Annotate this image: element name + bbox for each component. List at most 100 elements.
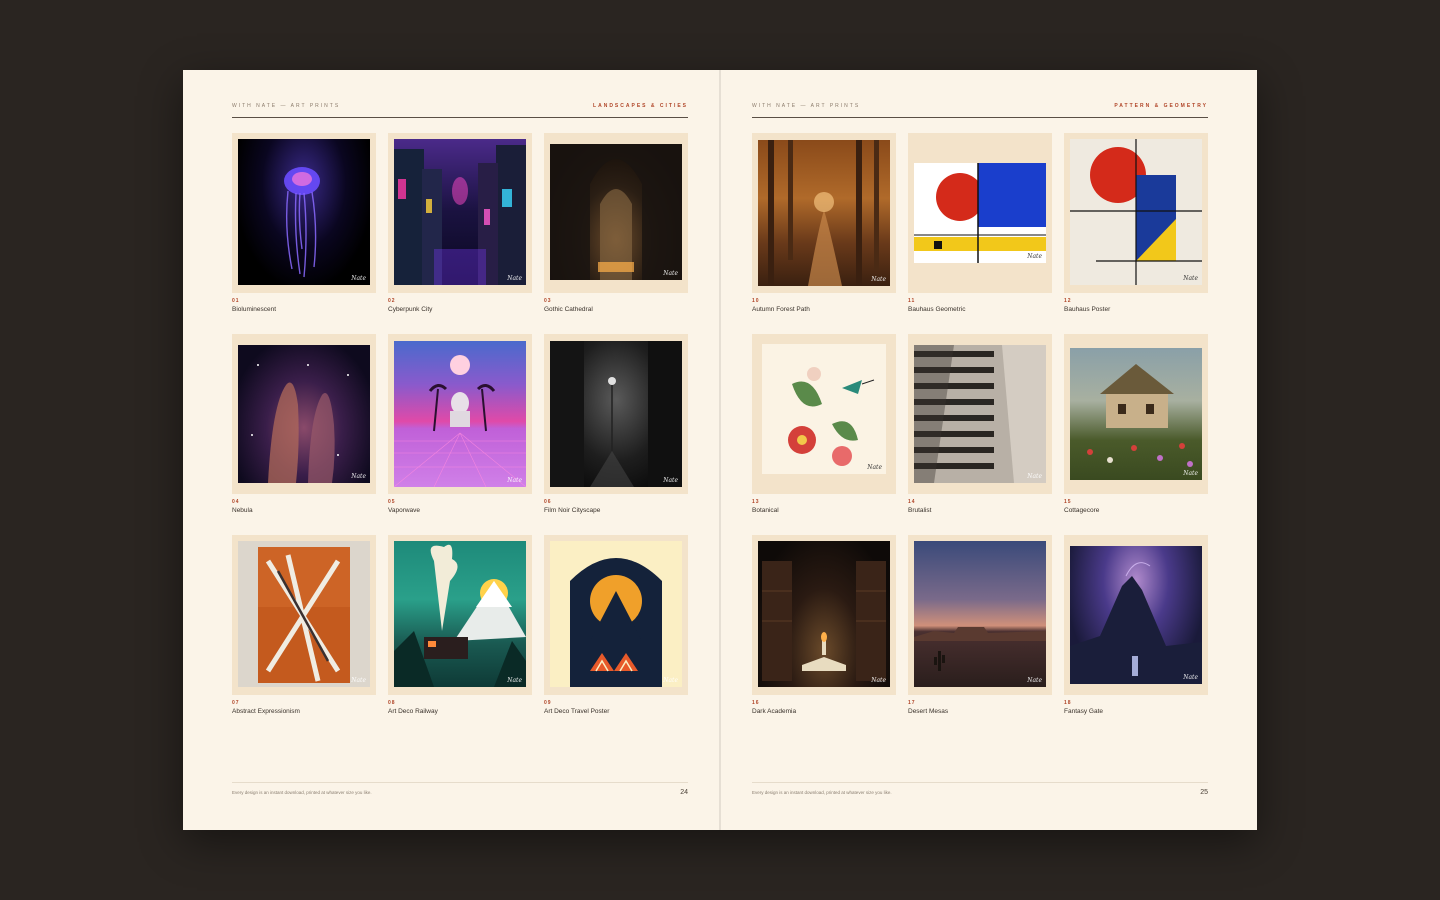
print-title: Dark Academia — [752, 708, 797, 715]
print-mat: Nate — [908, 535, 1052, 695]
print-number: 12 — [1064, 298, 1072, 304]
footer-note: Every design is an instant download, pri… — [752, 790, 892, 795]
print-title: Abstract Expressionism — [232, 708, 300, 715]
print-number: 04 — [232, 499, 240, 505]
print-mat: Nate — [388, 334, 532, 494]
print-title: Botanical — [752, 507, 779, 514]
center-gutter — [719, 70, 721, 830]
print-title: Film Noir Cityscape — [544, 507, 601, 514]
print-title: Vaporwave — [388, 507, 421, 514]
print-image-film-noir: Nate — [550, 341, 682, 487]
page-footer: Every design is an instant download, pri… — [232, 782, 688, 801]
artist-signature: Nate — [663, 677, 678, 684]
print-image-desert-mesas: Nate — [914, 541, 1046, 687]
print-mat: Nate — [388, 133, 532, 293]
artist-signature: Nate — [871, 677, 886, 684]
print-number: 18 — [1064, 700, 1072, 706]
section-title: Landscapes & Cities — [593, 103, 688, 109]
magazine-spread: With Nate — Art Prints Landscapes & Citi… — [183, 70, 1257, 830]
print-number: 02 — [388, 298, 396, 304]
page-header: With Nate — Art Prints Pattern & Geometr… — [752, 103, 1208, 118]
print-number: 06 — [544, 499, 552, 505]
print-number: 10 — [752, 298, 760, 304]
print-mat: Nate — [1064, 133, 1208, 293]
print-number: 11 — [908, 298, 916, 304]
print-number: 17 — [908, 700, 916, 706]
artist-signature: Nate — [1183, 674, 1198, 681]
print-title: Desert Mesas — [908, 708, 949, 715]
print-image-gothic-cathedral: Nate — [550, 144, 682, 280]
page-header: With Nate — Art Prints Landscapes & Citi… — [232, 103, 688, 118]
print-mat: Nate — [232, 535, 376, 695]
print-number: 14 — [908, 499, 916, 505]
print-image-art-deco-railway: Nate — [394, 541, 526, 687]
print-mat: Nate — [544, 535, 688, 695]
brand-label: With Nate — Art Prints — [232, 103, 341, 109]
print-mat: Nate — [1064, 535, 1208, 695]
print-image-fantasy-gate: Nate — [1070, 546, 1202, 684]
artist-signature: Nate — [1027, 253, 1042, 260]
print-image-dark-academia: Nate — [758, 541, 890, 687]
print-number: 13 — [752, 499, 760, 505]
artist-signature: Nate — [351, 275, 366, 282]
print-image-bauhaus-geometric: Nate — [914, 163, 1046, 263]
print-title: Art Deco Travel Poster — [544, 708, 610, 715]
artist-signature: Nate — [507, 477, 522, 484]
print-mat: Nate — [544, 334, 688, 494]
artist-signature: Nate — [1183, 275, 1198, 282]
print-number: 05 — [388, 499, 396, 505]
page-number: 25 — [1200, 789, 1208, 796]
print-mat: Nate — [232, 334, 376, 494]
artist-signature: Nate — [663, 477, 678, 484]
print-number: 08 — [388, 700, 396, 706]
artist-signature: Nate — [1183, 470, 1198, 477]
print-mat: Nate — [544, 133, 688, 293]
left-page: With Nate — Art Prints Landscapes & Citi… — [232, 70, 688, 830]
print-title: Bioluminescent — [232, 306, 277, 313]
print-title: Cyberpunk City — [388, 306, 433, 313]
print-title: Art Deco Railway — [388, 708, 438, 715]
artist-signature: Nate — [663, 270, 678, 277]
print-mat: Nate — [752, 334, 896, 494]
artist-signature: Nate — [507, 275, 522, 282]
print-title: Bauhaus Poster — [1064, 306, 1111, 313]
print-image-vaporwave: Nate — [394, 341, 526, 487]
print-image-nebula: Nate — [238, 345, 370, 483]
print-number: 07 — [232, 700, 240, 706]
artist-signature: Nate — [871, 276, 886, 283]
print-image-cottagecore: Nate — [1070, 348, 1202, 480]
print-mat: Nate — [232, 133, 376, 293]
artist-signature: Nate — [1027, 677, 1042, 684]
print-number: 01 — [232, 298, 240, 304]
print-title: Cottagecore — [1064, 507, 1100, 514]
print-image-abstract-expressionism: Nate — [238, 541, 370, 687]
print-image-brutalist: Nate — [914, 345, 1046, 483]
print-title: Fantasy Gate — [1064, 708, 1104, 715]
print-mat: Nate — [752, 535, 896, 695]
print-number: 03 — [544, 298, 552, 304]
print-mat: Nate — [752, 133, 896, 293]
artist-signature: Nate — [1027, 473, 1042, 480]
print-mat: Nate — [1064, 334, 1208, 494]
print-image-bioluminescent: Nate — [238, 139, 370, 285]
print-image-botanical: Nate — [762, 344, 886, 474]
right-page: With Nate — Art Prints Pattern & Geometr… — [752, 70, 1208, 830]
print-mat: Nate — [908, 334, 1052, 494]
section-title: Pattern & Geometry — [1114, 103, 1208, 109]
print-image-bauhaus-poster: Nate — [1070, 139, 1202, 285]
print-number: 15 — [1064, 499, 1072, 505]
print-mat: Nate — [908, 133, 1052, 293]
print-number: 09 — [544, 700, 552, 706]
page-footer: Every design is an instant download, pri… — [752, 782, 1208, 801]
print-title: Gothic Cathedral — [544, 306, 593, 313]
footer-note: Every design is an instant download, pri… — [232, 790, 372, 795]
print-number: 16 — [752, 700, 760, 706]
artist-signature: Nate — [507, 677, 522, 684]
print-title: Autumn Forest Path — [752, 306, 810, 313]
print-image-autumn-forest-path: Nate — [758, 140, 890, 286]
print-title: Nebula — [232, 507, 253, 514]
print-image-art-deco-travel-poster: Nate — [550, 541, 682, 687]
print-title: Brutalist — [908, 507, 932, 514]
artist-signature: Nate — [351, 677, 366, 684]
artist-signature: Nate — [351, 473, 366, 480]
